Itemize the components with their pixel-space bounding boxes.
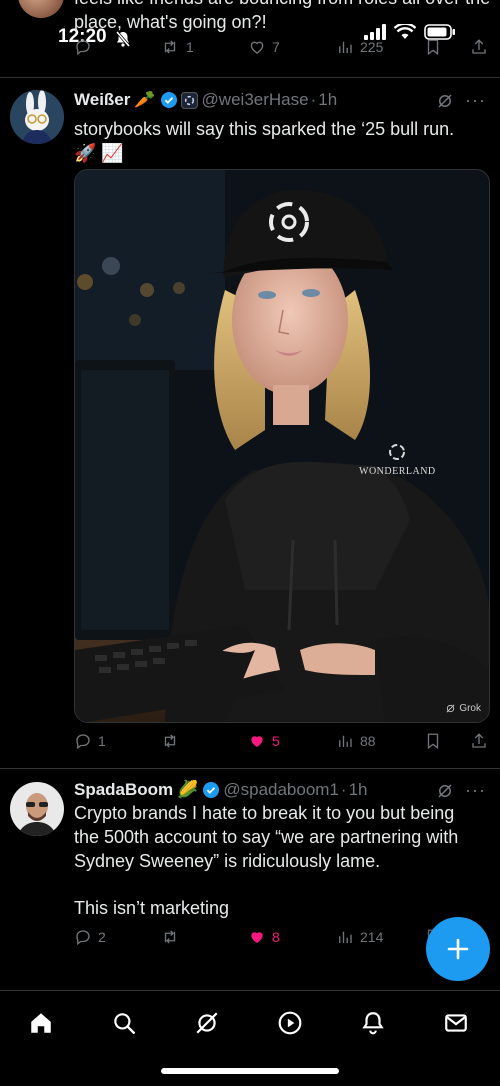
display-name[interactable]: Weißer <box>74 90 130 110</box>
user-handle[interactable]: @wei3erHase <box>202 90 309 110</box>
home-icon <box>31 1013 51 1033</box>
tweet-text: storybooks will say this sparked the ‘25… <box>74 117 484 165</box>
views-icon <box>339 931 352 943</box>
share-icon <box>472 733 486 748</box>
tweet-actions: 1 5 88 <box>74 732 488 758</box>
nav-messages[interactable] <box>441 1008 471 1038</box>
reply-icon <box>76 40 90 56</box>
views-button[interactable]: 225 <box>336 38 383 56</box>
views-count: 214 <box>360 929 384 945</box>
tweet-media-image[interactable]: WONDERLAND Grok <box>74 169 490 723</box>
reply-button[interactable]: 2 <box>74 928 106 946</box>
like-button[interactable]: 7 <box>248 38 280 56</box>
avatar[interactable] <box>10 90 64 144</box>
tweet-header: SpadaBoom 🌽 @spadaboom1 · 1h <box>74 780 368 800</box>
avatar[interactable] <box>18 0 64 18</box>
nav-home[interactable] <box>26 1008 56 1038</box>
views-count: 225 <box>360 39 384 55</box>
heart-icon <box>250 41 264 54</box>
tweet-text: feels like friends are bouncing from rol… <box>74 0 490 32</box>
retweet-count: 1 <box>186 39 194 55</box>
play-icon <box>278 1011 302 1035</box>
retweet-button[interactable] <box>160 928 180 946</box>
retweet-button[interactable] <box>160 732 180 750</box>
divider <box>0 768 500 769</box>
compose-button[interactable] <box>426 917 490 981</box>
tweet-body: storybooks will say this sparked the ‘25… <box>74 119 455 139</box>
tweet-header: Weißer 🥕 @wei3erHase · 1h <box>74 90 337 110</box>
mail-icon <box>445 1014 467 1032</box>
grok-icon[interactable] <box>436 92 454 110</box>
grok-icon <box>196 1012 218 1034</box>
reply-count: 1 <box>98 733 106 749</box>
more-icon[interactable]: ··· <box>465 90 486 111</box>
tweet-time[interactable]: 1h <box>349 780 368 800</box>
like-count: 7 <box>272 39 280 55</box>
grok-watermark: Grok <box>445 703 481 714</box>
reply-button[interactable]: 1 <box>74 732 106 750</box>
like-count: 5 <box>272 733 280 749</box>
display-name[interactable]: SpadaBoom <box>74 780 173 800</box>
bookmark-button[interactable] <box>424 38 442 56</box>
more-icon[interactable]: ··· <box>465 780 486 801</box>
nav-grok[interactable] <box>192 1008 222 1038</box>
tweet-text-second: This isn’t marketing <box>74 898 230 918</box>
share-button[interactable] <box>470 38 488 56</box>
name-emoji: 🌽 <box>177 780 199 799</box>
divider <box>0 77 500 78</box>
user-handle[interactable]: @spadaboom1 <box>223 780 339 800</box>
like-count: 8 <box>272 929 280 945</box>
tweet-actions: 1 7 225 <box>74 38 494 66</box>
verified-badge-icon <box>203 782 220 798</box>
heart-icon <box>251 932 263 943</box>
reply-count: 2 <box>98 929 106 945</box>
reply-button[interactable] <box>74 38 92 56</box>
affiliate-badge-icon <box>180 91 198 109</box>
bookmark-icon <box>427 733 439 750</box>
views-count: 88 <box>360 733 376 749</box>
heart-icon <box>251 736 263 747</box>
bookmark-button[interactable] <box>424 732 442 750</box>
share-button[interactable] <box>470 732 488 750</box>
tweet-emojis: 🚀 📈 <box>74 143 124 163</box>
views-button[interactable]: 88 <box>336 732 376 750</box>
retweet-icon <box>164 40 176 54</box>
plus-icon <box>447 938 469 960</box>
like-button[interactable]: 5 <box>248 732 280 750</box>
grok-icon[interactable] <box>436 782 454 800</box>
reply-icon <box>76 734 90 750</box>
retweet-icon <box>164 930 176 944</box>
separator-dot: · <box>340 780 347 799</box>
retweet-button[interactable]: 1 <box>160 38 194 56</box>
like-button[interactable]: 8 <box>248 928 280 946</box>
avatar[interactable] <box>10 782 64 836</box>
views-icon <box>339 735 352 747</box>
nav-video[interactable] <box>275 1008 305 1038</box>
views-icon <box>339 41 352 53</box>
nav-notifications[interactable] <box>358 1008 388 1038</box>
search-icon <box>114 1013 135 1034</box>
hoodie-brand-text: WONDERLAND <box>359 466 436 477</box>
tweet-text: Crypto brands I hate to break it to you … <box>74 803 459 871</box>
reply-icon <box>76 930 90 946</box>
share-icon <box>472 39 486 54</box>
verified-badge-icon <box>160 92 177 108</box>
bookmark-icon <box>427 39 439 56</box>
grok-icon <box>446 704 455 713</box>
bell-icon <box>362 1012 384 1035</box>
retweet-icon <box>164 734 176 748</box>
views-button[interactable]: 214 <box>336 928 383 946</box>
tweet-time[interactable]: 1h <box>318 90 337 110</box>
watermark-text: Grok <box>459 703 481 714</box>
home-indicator <box>161 1068 339 1074</box>
name-emoji: 🥕 <box>134 90 156 109</box>
separator-dot: · <box>310 90 317 109</box>
nav-search[interactable] <box>109 1008 139 1038</box>
